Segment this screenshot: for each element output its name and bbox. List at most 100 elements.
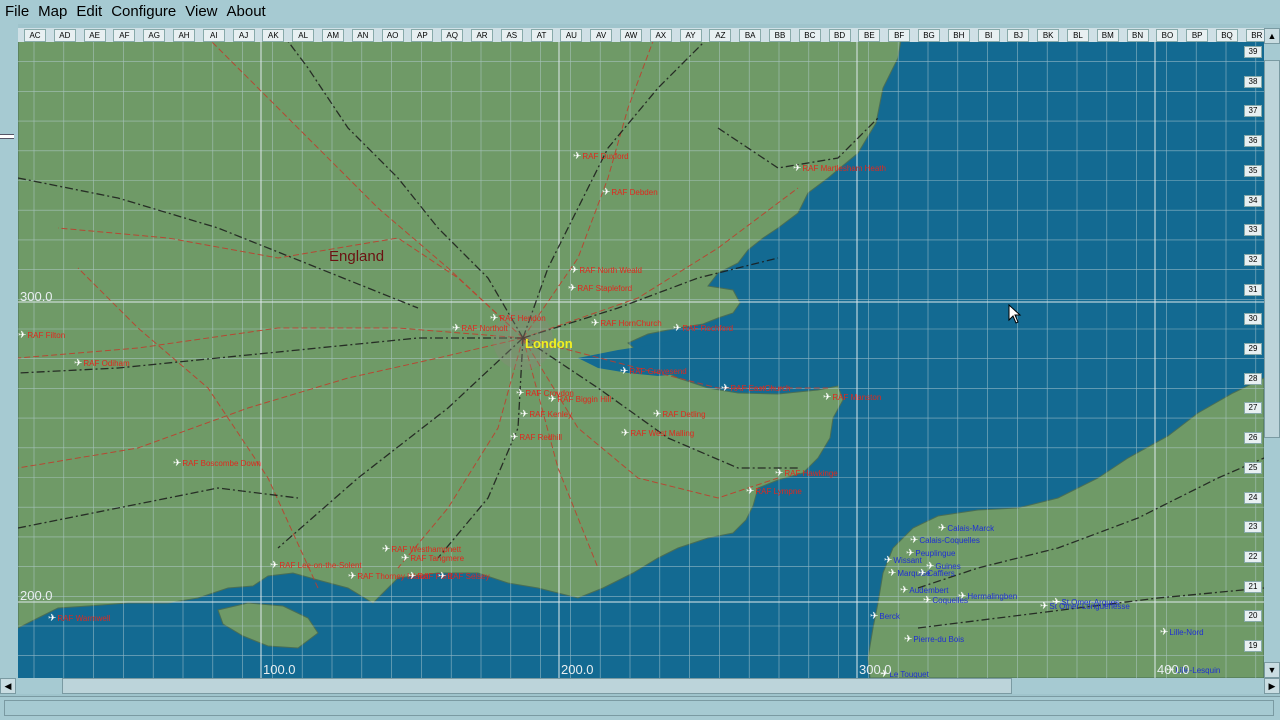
uk-airfield[interactable]: ✈RAF Duxford bbox=[573, 146, 629, 164]
column-label: AR bbox=[471, 29, 493, 42]
uk-airfield[interactable]: ✈RAF Redhill bbox=[510, 427, 562, 445]
x-axis-label: 300.0 bbox=[859, 662, 892, 677]
map-canvas[interactable] bbox=[18, 28, 1264, 678]
airfield-icon: ✈ bbox=[673, 323, 682, 334]
airfield-label: RAF Odiham bbox=[83, 359, 130, 368]
column-label: AG bbox=[143, 29, 166, 42]
row-label: 36 bbox=[1244, 135, 1262, 148]
scroll-left-button[interactable]: ◀ bbox=[0, 678, 16, 694]
uk-airfield[interactable]: ✈RAF Debden bbox=[602, 182, 658, 200]
airfield-icon: ✈ bbox=[438, 571, 447, 582]
uk-airfield[interactable]: ✈RAF Tangmere bbox=[401, 548, 464, 566]
uk-airfield[interactable]: ✈RAF Manston bbox=[823, 387, 881, 405]
airfield-icon: ✈ bbox=[926, 561, 935, 572]
row-label: 22 bbox=[1244, 550, 1262, 563]
uk-airfield[interactable]: ✈RAF Lympne bbox=[746, 481, 802, 499]
uk-airfield[interactable]: ✈RAF Warmwell bbox=[48, 608, 110, 626]
x-axis-label: 100.0 bbox=[263, 662, 296, 677]
uk-airfield[interactable]: ✈RAF Rochford bbox=[673, 318, 733, 336]
uk-airfield[interactable]: ✈RAF West Malling bbox=[621, 423, 694, 441]
airfield-icon: ✈ bbox=[1040, 601, 1049, 612]
fr-airfield[interactable]: ✈St Omer-Longuenesse bbox=[1040, 596, 1130, 614]
column-label: AQ bbox=[441, 29, 464, 42]
airfield-icon: ✈ bbox=[746, 486, 755, 497]
uk-airfield[interactable]: ✈RAF Hawkinge bbox=[775, 463, 838, 481]
airfield-label: RAF Boscombe Down bbox=[182, 459, 262, 468]
menu-edit[interactable]: Edit bbox=[71, 0, 106, 24]
map-view[interactable]: England London ✈RAF Duxford ✈RAF Debden ✈R… bbox=[18, 28, 1264, 678]
row-label: 33 bbox=[1244, 224, 1262, 237]
column-label: AJ bbox=[232, 29, 255, 42]
uk-airfield[interactable]: ✈RAF EastChurch bbox=[721, 378, 790, 396]
column-label: AI bbox=[202, 29, 225, 42]
airfield-label: RAF Selsey bbox=[447, 572, 490, 581]
scroll-up-button[interactable]: ▲ bbox=[1264, 28, 1280, 44]
fr-airfield[interactable]: ✈Coquelles bbox=[923, 590, 968, 608]
fr-airfield[interactable]: ✈Lille-Nord bbox=[1160, 622, 1204, 640]
vertical-scroll-thumb[interactable] bbox=[1264, 60, 1280, 438]
airfield-label: St Omer-Longuenesse bbox=[1049, 602, 1130, 611]
airfield-label: RAF Warmwell bbox=[57, 614, 111, 623]
airfield-icon: ✈ bbox=[823, 392, 832, 403]
column-label: BN bbox=[1126, 29, 1149, 42]
menu-view[interactable]: View bbox=[180, 0, 221, 24]
vertical-scrollbar[interactable]: ▲ ▼ bbox=[1264, 28, 1280, 678]
uk-airfield[interactable]: ✈RAF North Weald bbox=[570, 260, 642, 278]
y-axis-label: 200.0 bbox=[20, 588, 53, 603]
airfield-label: Coquelles bbox=[932, 596, 968, 605]
uk-airfield[interactable]: ✈RAF Selsey bbox=[438, 566, 490, 584]
y-axis-label: 300.0 bbox=[20, 289, 53, 304]
column-label: AW bbox=[620, 29, 642, 42]
column-label: AV bbox=[590, 29, 613, 42]
column-label: BR bbox=[1245, 29, 1264, 42]
menu-about[interactable]: About bbox=[222, 0, 270, 24]
uk-airfield[interactable]: ✈RAF HornChurch bbox=[591, 313, 662, 331]
column-label: BI bbox=[977, 29, 1000, 42]
city-label-london: London bbox=[525, 336, 573, 351]
airfield-icon: ✈ bbox=[1160, 627, 1169, 638]
x-axis-label: 400.0 bbox=[1157, 662, 1190, 677]
airfield-label: RAF Filton bbox=[27, 331, 66, 340]
panel-splitter-handle[interactable] bbox=[0, 134, 14, 139]
column-label: AN bbox=[351, 29, 374, 42]
left-panel-gutter bbox=[0, 24, 18, 678]
scroll-down-button[interactable]: ▼ bbox=[1264, 662, 1280, 678]
airfield-label: RAF Kenley bbox=[529, 410, 573, 419]
row-label: 26 bbox=[1244, 432, 1262, 445]
column-label: AZ bbox=[709, 29, 732, 42]
fr-airfield[interactable]: ✈Berck bbox=[870, 606, 900, 624]
airfield-icon: ✈ bbox=[621, 428, 630, 439]
uk-airfield[interactable]: ✈RAF Stapleford bbox=[568, 278, 632, 296]
column-label: AL bbox=[292, 29, 315, 42]
row-label: 25 bbox=[1244, 461, 1262, 474]
row-label: 20 bbox=[1244, 610, 1262, 623]
horizontal-scrollbar[interactable]: ◀ ▶ bbox=[0, 678, 1280, 694]
uk-airfield[interactable]: ✈RAF Detling bbox=[653, 404, 706, 422]
status-text bbox=[4, 700, 1274, 716]
horizontal-scroll-thumb[interactable] bbox=[62, 678, 1012, 694]
uk-airfield[interactable]: ✈RAF Odiham bbox=[74, 353, 130, 371]
fr-airfield[interactable]: ✈Guines bbox=[926, 556, 961, 574]
row-label: 39 bbox=[1244, 46, 1262, 58]
uk-airfield[interactable]: ✈RAF Gravesend bbox=[620, 361, 687, 379]
fr-airfield[interactable]: ✈Pierre-du Bois bbox=[904, 629, 964, 647]
menu-file[interactable]: File bbox=[0, 0, 33, 24]
uk-airfield[interactable]: ✈RAF Martlesham Heath bbox=[793, 158, 886, 176]
row-label: 21 bbox=[1244, 580, 1262, 593]
menu-configure[interactable]: Configure bbox=[106, 0, 180, 24]
uk-airfield[interactable]: ✈RAF Northolt bbox=[452, 318, 508, 336]
uk-airfield[interactable]: ✈RAF Kenley bbox=[520, 404, 572, 422]
row-label: 32 bbox=[1244, 253, 1262, 266]
airfield-icon: ✈ bbox=[870, 611, 879, 622]
uk-airfield[interactable]: ✈RAF Filton bbox=[18, 325, 65, 343]
airfield-label: RAF Duxford bbox=[582, 152, 629, 161]
status-bar bbox=[0, 696, 1280, 720]
row-label: 34 bbox=[1244, 194, 1262, 207]
scroll-right-button[interactable]: ▶ bbox=[1264, 678, 1280, 694]
menu-map[interactable]: Map bbox=[33, 0, 71, 24]
row-label: 24 bbox=[1244, 491, 1262, 504]
uk-airfield[interactable]: ✈RAF Boscombe Down bbox=[173, 453, 261, 471]
column-label: AO bbox=[381, 29, 404, 42]
column-label: AT bbox=[530, 29, 553, 42]
airfield-icon: ✈ bbox=[721, 383, 730, 394]
